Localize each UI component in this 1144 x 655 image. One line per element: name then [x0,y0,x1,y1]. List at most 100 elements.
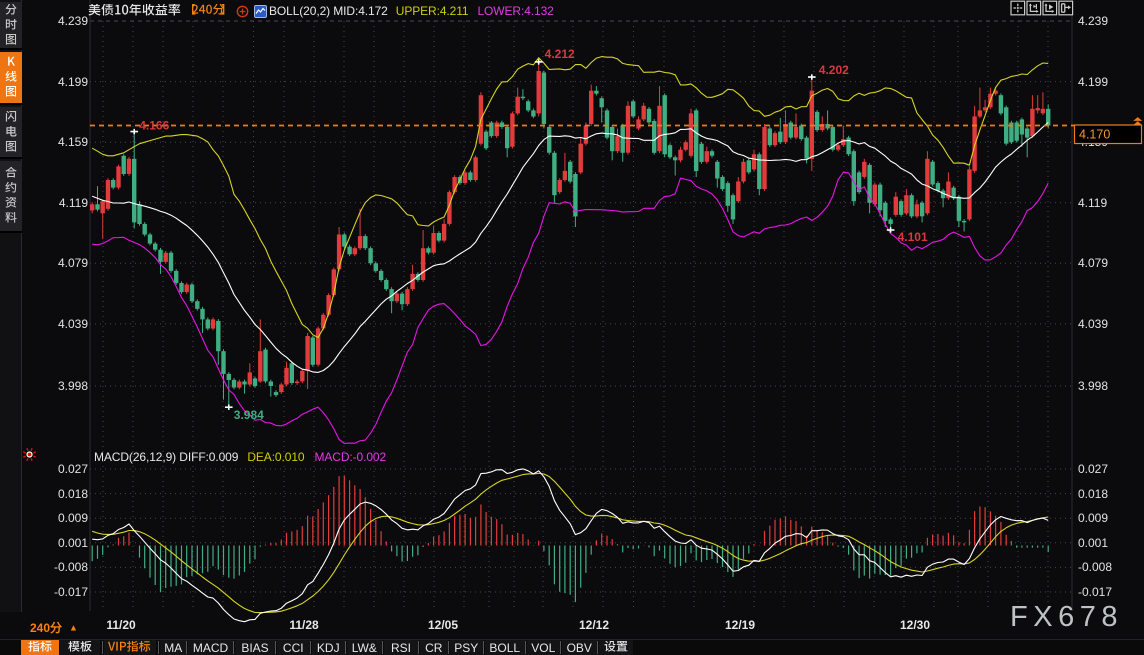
date-axis-label: 11/20 [106,618,135,632]
add-indicator-icon[interactable] [236,5,249,18]
macd-header: MACD(26,12,9) DIFF:0.009 DEA:0.010 MACD:… [94,450,386,464]
macd-axis-label-right: 0.001 [1078,537,1108,549]
price-axis-label-right: 4.119 [1078,197,1107,209]
macd-axis-label-right: 0.018 [1078,488,1108,500]
price-axis-label-left: 4.199 [28,76,88,88]
date-axis-label: 12/05 [428,618,458,632]
period-up-arrow-icon: ▲ [69,623,78,633]
alert-burst-icon[interactable] [23,448,36,461]
toolbar-button-psy[interactable]: PSY [450,640,484,655]
macd-axis-label-left: 0.027 [28,463,88,475]
macd-axis-label-right: 0.027 [1078,463,1108,475]
price-axis-label-left: 4.239 [28,15,88,27]
toolbar-button-rsi[interactable]: RSI [384,640,418,655]
toolbar-button-cr[interactable]: CR [420,640,448,655]
sidebar-tab-kline-chart[interactable] [0,52,22,105]
price-axis-label-right: 4.199 [1078,76,1108,88]
toolbar-button-vip-indicators[interactable] [104,640,157,655]
toolbar-separator [597,641,598,654]
price-axis-label-right: 4.079 [1078,257,1108,269]
period-tag [184,4,233,18]
toolbar-separator [275,641,276,654]
price-axis-label-right: 4.039 [1078,318,1108,330]
toolbar-button-settings[interactable] [599,640,634,655]
macd-diff-line [92,469,1048,622]
price-axis-label-left: 4.079 [28,257,88,269]
macd-axis-label-left: 0.001 [28,537,88,549]
date-axis-label: 12/12 [579,618,609,632]
toolbar-separator [560,641,561,654]
toolbar-button-lw[interactable]: LW& [347,640,382,655]
toolbar-separator [345,641,346,654]
mini-chart-icon[interactable] [254,5,267,18]
toolbar-button-templates[interactable] [60,640,100,655]
date-axis-label: 11/28 [289,618,318,632]
toolbar-separator [418,641,419,654]
macd-panel [92,469,1048,622]
y-axis-scale-play-icon[interactable] [1043,1,1057,15]
date-axis: 11/20 11/28 12/05 12/12 12/19 12/30 [0,612,1144,640]
pan-tool-icon[interactable] [1011,1,1025,15]
date-axis-label: 12/30 [900,618,930,632]
toolbar-button-bias[interactable]: BIAS [235,640,275,655]
macd-axis-label-left: -0.008 [28,561,88,573]
toolbar-separator [186,641,187,654]
price-axis-label-left: 4.039 [28,318,88,330]
date-axis-label: 12/19 [725,618,755,632]
watermark: FX678 [1010,601,1123,634]
boll-param-label: BOLL(20,2) MID:4.172 [269,4,388,18]
boll-mid-line [92,123,1048,373]
macd-axis-label-left: -0.017 [28,586,88,598]
toolbar-button-vol[interactable]: VOL [527,640,561,655]
period-indicator[interactable]: 240分▲ [30,619,78,636]
macd-axis-label-right: -0.017 [1078,586,1112,598]
chart-toolbar [1011,1,1073,15]
price-axis-label-right: 4.159 [1078,136,1108,148]
price-axis-label-left: 3.998 [28,380,88,392]
toolbar-separator [158,641,159,654]
price-axis-label-left: 4.159 [28,136,88,148]
macd-axis-label-left: 0.018 [28,488,88,500]
swing-annotation-label: 3.984 [234,408,264,422]
boll-lower-label: LOWER:4.132 [477,4,553,18]
sidebar-tab-time-share-chart[interactable] [0,2,22,50]
price-axis-label-left: 4.119 [28,197,88,209]
chart-header: BOLL(20,2) MID:4.172 UPPER:4.211 LOWER:4… [88,4,554,18]
macd-axis-label-right: -0.008 [1078,561,1112,573]
toolbar-button-ma[interactable]: MA [160,640,187,655]
price-axis-label-right: 4.239 [1078,15,1108,27]
toolbar-separator [382,641,383,654]
toolbar-button-cci[interactable]: CCI [277,640,310,655]
swing-annotation-label: 4.166 [139,119,169,133]
toolbar-separator [233,641,234,654]
gridlines [0,0,1144,640]
toolbar-separator [483,641,484,654]
swing-annotation-label: 4.212 [545,47,575,61]
price-axis-label-right: 3.998 [1078,380,1108,392]
toolbar-separator [310,641,311,654]
toolbar-separator [102,641,103,654]
sidebar-tab-contract-info[interactable] [0,161,22,233]
toolbar-separator [448,641,449,654]
left-sidebar [0,0,22,612]
candlestick-chart-canvas[interactable]: 4.166 4.212 4.202 4.101 3.984 [0,0,1144,655]
macd-axis-label-right: 0.009 [1078,512,1108,524]
trading-app-window: 4.166 4.212 4.202 4.101 3.984 BOLL(20,2) MID… [0,0,1144,655]
go-to-latest-icon[interactable] [1059,1,1073,15]
instrument-title [88,4,181,18]
macd-param-label: MACD(26,12,9) DIFF:0.009 [94,450,238,464]
swing-annotation-label: 4.202 [819,63,849,77]
toolbar-button-boll[interactable]: BOLL [485,640,525,655]
toolbar-button-obv[interactable]: OBV [562,640,597,655]
toolbar-button-kdj[interactable]: KDJ [312,640,346,655]
bottom-toolbar: MAMACDBIASCCIKDJLW&RSICRPSYBOLLVOLOBV [0,640,1144,655]
toolbar-separator [525,641,526,654]
toolbar-button-macd[interactable]: MACD [188,640,233,655]
swing-annotation-label: 4.101 [898,230,928,244]
toolbar-button-indicators[interactable] [21,640,60,655]
macd-dea-label: DEA:0.010 [247,450,304,464]
macd-axis-label-left: 0.009 [28,512,88,524]
boll-upper-label: UPPER:4.211 [396,4,469,18]
y-axis-scale-left-icon[interactable] [1027,1,1041,15]
sidebar-tab-flash-chart[interactable] [0,107,22,159]
